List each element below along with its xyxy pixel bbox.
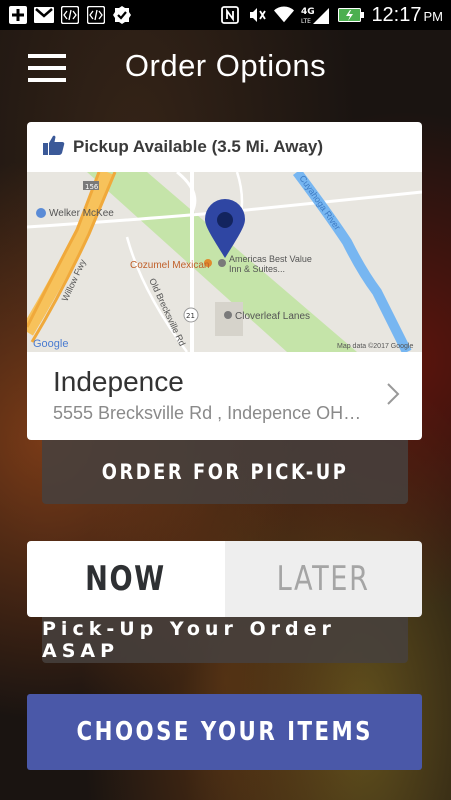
svg-text:Cloverleaf Lanes: Cloverleaf Lanes bbox=[235, 311, 310, 322]
svg-text:156: 156 bbox=[85, 183, 99, 191]
clock: 12:17 PM bbox=[371, 3, 443, 26]
page-title: Order Options bbox=[124, 48, 327, 83]
svg-text:Inn & Suites...: Inn & Suites... bbox=[229, 264, 285, 274]
location-map[interactable]: 156 21 Welker McKee Cozumel Mexican Amer… bbox=[27, 169, 422, 355]
system-icons: 4G LTE 12:17 PM bbox=[220, 4, 451, 27]
gmail-icon bbox=[34, 6, 54, 24]
mute-icon bbox=[247, 6, 267, 24]
svg-text:Welker McKee: Welker McKee bbox=[49, 208, 114, 219]
timing-toggle: NOW LATER bbox=[27, 541, 422, 617]
code-icon bbox=[86, 6, 106, 24]
thumbs-up-icon bbox=[43, 135, 65, 159]
location-address: 5555 Brecksville Rd , Indepence OH 44131 bbox=[53, 403, 363, 423]
notification-icons bbox=[0, 6, 132, 24]
svg-text:Americas Best Value: Americas Best Value bbox=[229, 254, 312, 264]
svg-text:Map data ©2017 Google: Map data ©2017 Google bbox=[337, 342, 413, 350]
svg-text:Cozumel Mexican: Cozumel Mexican bbox=[130, 260, 209, 271]
now-option[interactable]: NOW bbox=[27, 541, 225, 617]
nfc-icon bbox=[220, 6, 240, 24]
pickup-location-card: Pickup Available (3.5 Mi. Away) 156 21 W… bbox=[27, 122, 422, 440]
plus-icon bbox=[8, 6, 28, 24]
svg-text:Google: Google bbox=[33, 338, 68, 350]
svg-text:21: 21 bbox=[186, 312, 195, 320]
wifi-icon bbox=[274, 6, 295, 24]
svg-text:4G: 4G bbox=[301, 7, 315, 17]
later-option[interactable]: LATER bbox=[224, 541, 422, 617]
asap-banner: Pick-Up Your Order ASAP bbox=[42, 617, 408, 663]
check-badge-icon bbox=[112, 6, 132, 24]
pickup-availability-text: Pickup Available (3.5 Mi. Away) bbox=[73, 137, 324, 156]
pickup-availability-header: Pickup Available (3.5 Mi. Away) bbox=[27, 122, 422, 172]
choose-items-button[interactable]: CHOOSE YOUR ITEMS bbox=[27, 694, 422, 770]
code-icon bbox=[60, 6, 80, 24]
status-bar: 4G LTE 12:17 PM bbox=[0, 0, 451, 30]
chevron-right-icon bbox=[386, 382, 400, 410]
svg-text:LTE: LTE bbox=[301, 18, 311, 25]
signal-icon: 4G LTE bbox=[301, 6, 331, 25]
app-bar: Order Options bbox=[0, 30, 451, 112]
battery-charging-icon bbox=[338, 6, 365, 24]
order-for-pickup-button[interactable]: ORDER FOR PICK-UP bbox=[42, 440, 408, 504]
location-selector[interactable]: Indepence 5555 Brecksville Rd , Indepenc… bbox=[27, 352, 422, 440]
location-name: Indepence bbox=[53, 366, 184, 397]
